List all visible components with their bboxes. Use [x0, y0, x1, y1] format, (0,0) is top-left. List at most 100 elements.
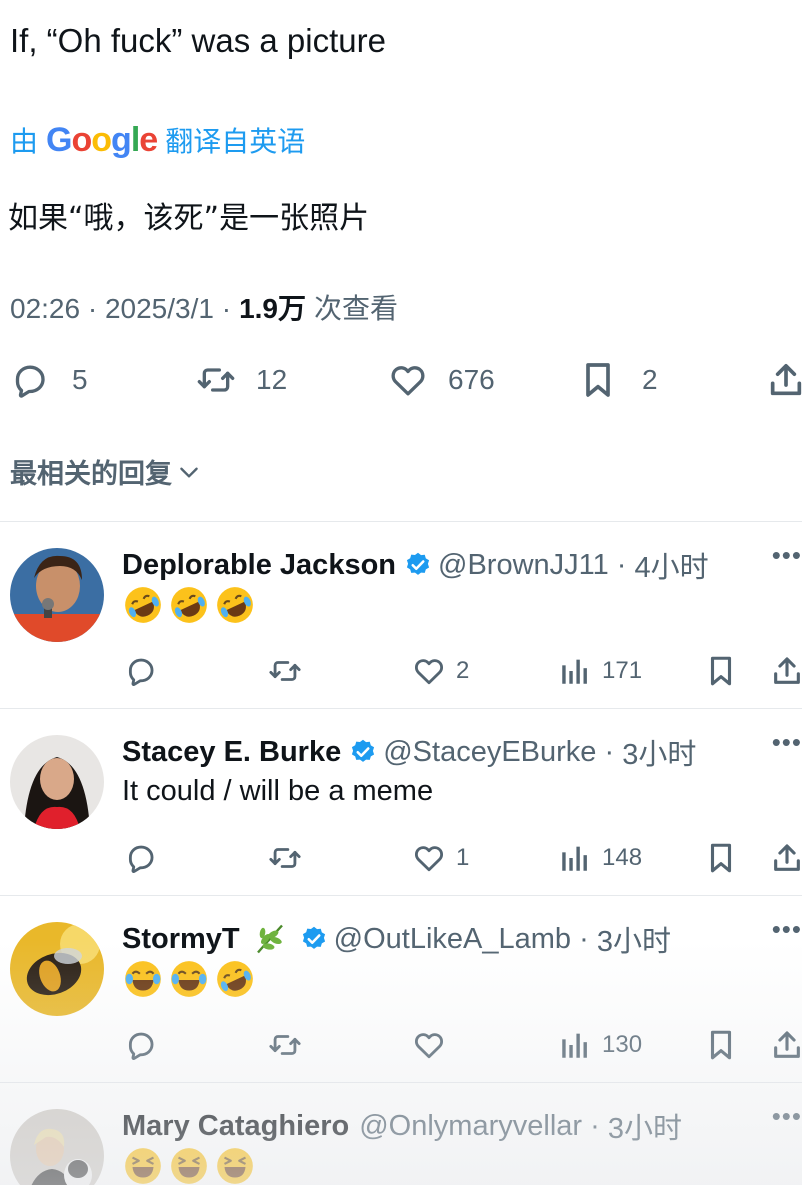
like-button[interactable]: 2 [412, 654, 469, 688]
laughing-emoji-icon [125, 1148, 161, 1184]
reply-header: Stacey E. Burke @StaceyEBurke · 3小时 [122, 731, 696, 773]
reply-item[interactable]: StormyT @OutLikeA_Lamb · 3小时 ••• 130 [0, 896, 802, 1082]
share-icon [774, 657, 800, 684]
reply-time[interactable]: 3小时 [622, 731, 696, 773]
reply-header: Mary Cataghiero @Onlymaryvellar · 3小时 [122, 1105, 682, 1147]
views-button[interactable]: 171 [558, 654, 642, 688]
more-options-icon[interactable]: ••• [772, 727, 802, 758]
reply-author-handle[interactable]: @BrownJJ11 [438, 549, 609, 582]
like-count: 1 [456, 844, 470, 871]
reply-icon [15, 365, 45, 398]
share-button[interactable] [770, 841, 802, 875]
translate-prefix: 由 [10, 126, 39, 157]
rofl-emoji-icon [217, 587, 253, 623]
bookmark-icon [586, 363, 610, 397]
bookmark-icon [710, 1030, 732, 1060]
reply-action-bar: 2 171 [0, 654, 802, 694]
reply-button[interactable] [124, 841, 158, 875]
reply-button[interactable] [124, 654, 158, 688]
verified-badge-icon [302, 926, 325, 949]
share-button[interactable] [766, 360, 802, 400]
reply-text [122, 584, 260, 626]
reply-count: 5 [72, 364, 88, 395]
view-count: 171 [602, 657, 643, 684]
retweet-button[interactable] [268, 1028, 302, 1062]
view-count: 130 [602, 1031, 643, 1058]
reply-sort-dropdown[interactable]: 最相关的回复 [10, 452, 202, 491]
retweet-button[interactable] [268, 841, 302, 875]
rofl-emoji-icon [217, 961, 253, 997]
analytics-icon [562, 1033, 587, 1058]
verified-badge-icon [352, 739, 375, 762]
avatar[interactable] [10, 1109, 104, 1185]
reply-button[interactable] [124, 1028, 158, 1062]
meta-separator: · [596, 735, 623, 768]
tweet-date[interactable]: 2025/3/1 [105, 293, 214, 325]
heart-icon [391, 366, 425, 396]
retweet-icon [269, 848, 301, 868]
meta-separator: · [80, 293, 105, 324]
like-button[interactable]: 676 [388, 360, 495, 400]
bookmark-icon [710, 843, 732, 873]
like-count: 676 [448, 364, 495, 395]
reply-author-name[interactable]: Stacey E. Burke [122, 736, 341, 769]
tweet-action-bar: 5 12 676 2 [0, 360, 802, 404]
share-button[interactable] [770, 654, 802, 688]
more-options-icon[interactable]: ••• [772, 1101, 802, 1132]
retweet-icon [197, 368, 235, 392]
more-options-icon[interactable]: ••• [772, 914, 802, 945]
meta-separator: · [582, 1109, 608, 1142]
views-button[interactable]: 130 [558, 1028, 642, 1062]
view-count: 148 [602, 844, 643, 871]
retweet-button[interactable]: 12 [196, 360, 287, 400]
bookmark-button[interactable]: 2 [578, 360, 658, 400]
reply-icon [128, 1032, 154, 1061]
reply-author-name[interactable]: Mary Cataghiero [122, 1110, 349, 1143]
reply-button[interactable]: 5 [10, 360, 88, 400]
joy-emoji-icon [171, 961, 207, 997]
reply-header: StormyT @OutLikeA_Lamb · 3小时 [122, 918, 671, 960]
reply-time[interactable]: 3小时 [597, 918, 671, 960]
reply-item[interactable]: Stacey E. Burke @StaceyEBurke · 3小时 ••• … [0, 709, 802, 895]
reply-author-handle[interactable]: @Onlymaryvellar [359, 1110, 582, 1143]
avatar[interactable] [10, 548, 104, 642]
tweet-time[interactable]: 02:26 [10, 293, 80, 325]
verified-badge-icon [406, 552, 430, 575]
like-button[interactable]: 1 [412, 841, 469, 875]
avatar[interactable] [10, 735, 104, 829]
herb-icon [256, 924, 283, 954]
bookmark-icon [710, 656, 732, 686]
share-button[interactable] [770, 1028, 802, 1062]
like-count: 2 [456, 657, 470, 684]
bookmark-button[interactable] [704, 654, 738, 688]
translation-attribution[interactable]: 由 Google 翻译自英语 [10, 120, 305, 160]
reply-author-handle[interactable]: @OutLikeA_Lamb [334, 923, 571, 956]
views-button[interactable]: 148 [558, 841, 642, 875]
laughing-emoji-icon [171, 1148, 207, 1184]
analytics-icon [562, 846, 587, 871]
reply-author-name[interactable]: Deplorable Jackson [122, 549, 396, 582]
reply-author-name[interactable]: StormyT [122, 923, 240, 956]
share-icon [774, 1031, 800, 1058]
bookmark-button[interactable] [704, 1028, 738, 1062]
reply-author-handle[interactable]: @StaceyEBurke [383, 736, 596, 769]
reply-header: Deplorable Jackson @BrownJJ11 · 4小时 [122, 544, 709, 586]
tweet-text: If, “Oh fuck” was a picture [10, 22, 386, 59]
heart-icon [414, 846, 444, 872]
view-count: 1.9万 [239, 293, 307, 324]
reply-time[interactable]: 3小时 [608, 1105, 682, 1147]
bookmark-button[interactable] [704, 841, 738, 875]
laughing-emoji-icon [217, 1148, 253, 1184]
tweet-meta: 02:26 · 2025/3/1 · 1.9万 次查看 [10, 287, 398, 327]
reply-item[interactable]: Mary Cataghiero @Onlymaryvellar · 3小时 ••… [0, 1083, 802, 1185]
reply-time[interactable]: 4小时 [635, 544, 709, 586]
like-button[interactable] [412, 1028, 456, 1062]
retweet-button[interactable] [268, 654, 302, 688]
reply-item[interactable]: Deplorable Jackson @BrownJJ11 · 4小时 ••• … [0, 522, 802, 708]
reply-action-bar: 1 148 [0, 841, 802, 881]
view-count-label: 次查看 [314, 293, 399, 324]
reply-text: It could / will be a meme [122, 775, 434, 807]
more-options-icon[interactable]: ••• [772, 540, 802, 571]
avatar[interactable] [10, 922, 104, 1016]
rofl-emoji-icon [171, 587, 207, 623]
